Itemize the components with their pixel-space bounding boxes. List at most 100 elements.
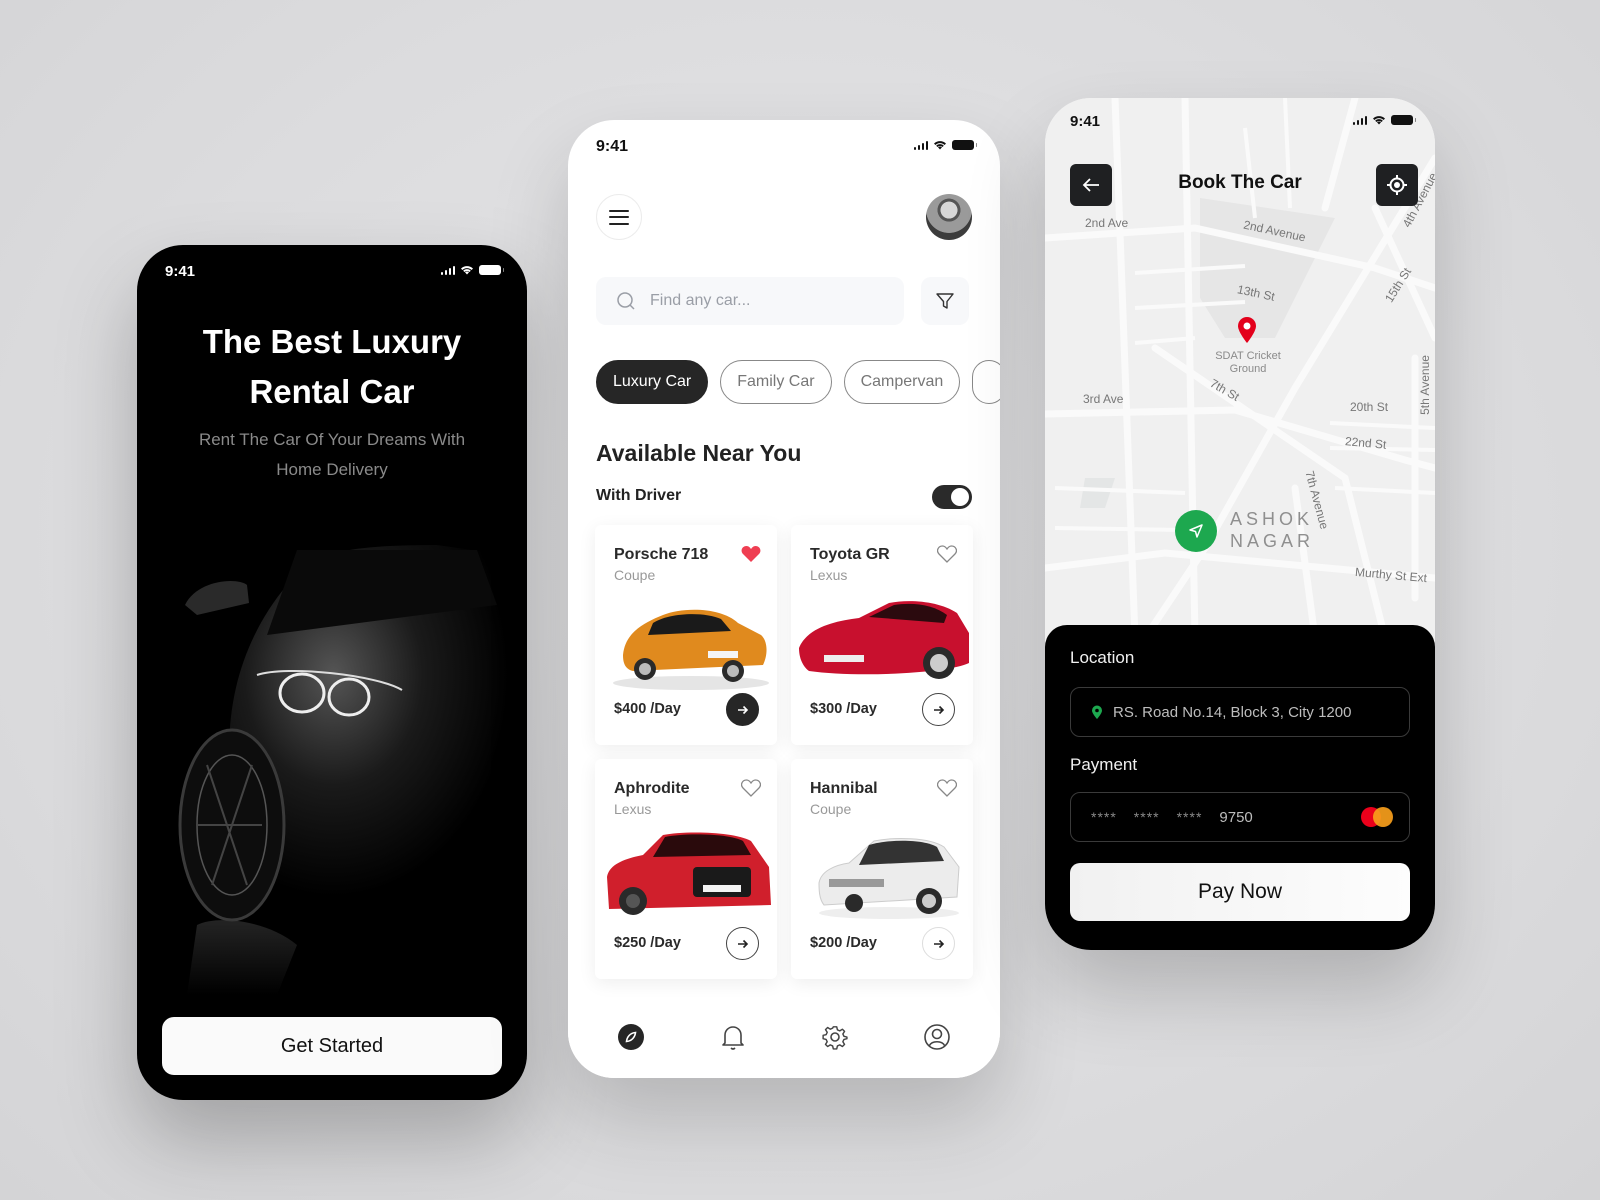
gear-icon <box>822 1026 848 1050</box>
view-car-button[interactable] <box>726 693 759 726</box>
location-label: Location <box>1070 648 1135 667</box>
location-field[interactable]: RS. Road No.14, Block 3, City 1200 <box>1070 687 1410 737</box>
with-driver-toggle[interactable] <box>932 485 972 509</box>
filter-button[interactable] <box>921 277 969 325</box>
arrow-right-icon <box>933 939 944 948</box>
onboarding-screen: 9:41 The Best Luxury Rental Car Rent The… <box>137 245 527 1100</box>
car-card[interactable]: Aphrodite Lexus $250 /Day <box>595 759 777 979</box>
tab-settings[interactable] <box>817 1019 853 1055</box>
wifi-icon <box>461 266 473 275</box>
map-label: 3rd Ave <box>1083 392 1124 406</box>
hero-car-image <box>178 545 527 995</box>
tab-profile[interactable] <box>919 1019 955 1055</box>
car-type: Coupe <box>614 567 656 583</box>
search-input[interactable] <box>650 292 870 310</box>
current-location-marker[interactable] <box>1175 510 1217 552</box>
card-mask: **** <box>1091 809 1117 825</box>
car-name: Aphrodite <box>614 780 690 797</box>
car-type: Coupe <box>810 801 852 817</box>
search-bar[interactable] <box>596 277 904 325</box>
arrow-right-icon <box>737 705 748 714</box>
compass-icon <box>618 1024 644 1050</box>
onboarding-title: The Best Luxury Rental Car <box>202 323 462 410</box>
view-car-button[interactable] <box>922 693 955 726</box>
home-screen: 9:41 Luxury Car Family Car Campervan Ava… <box>568 120 1000 1078</box>
profile-icon <box>924 1024 950 1050</box>
with-driver-label: With Driver <box>596 487 682 504</box>
battery-icon <box>1391 115 1416 125</box>
payment-label: Payment <box>1070 755 1138 774</box>
area-label: ASHOK NAGAR <box>1230 509 1315 551</box>
card-mask: **** <box>1133 809 1160 825</box>
car-image <box>613 609 769 690</box>
map-label: 20th St <box>1350 400 1389 414</box>
booking-sheet: Location RS. Road No.14, Block 3, City 1… <box>1045 625 1435 950</box>
mastercard-icon <box>1361 807 1393 827</box>
section-title: Available Near You <box>596 440 802 466</box>
heart-filled-icon[interactable] <box>741 545 761 563</box>
chip-campervan[interactable]: Campervan <box>843 360 961 404</box>
car-price: $300 /Day <box>810 701 877 717</box>
chip-more[interactable] <box>972 360 1000 404</box>
chip-family-car[interactable]: Family Car <box>720 360 832 404</box>
crosshair-icon <box>1387 175 1407 195</box>
get-started-button[interactable]: Get Started <box>162 1017 502 1075</box>
location-pin-icon <box>1092 705 1102 719</box>
card-mask: **** <box>1176 809 1203 825</box>
hamburger-icon <box>609 209 629 212</box>
status-bar: 9:41 <box>137 245 527 295</box>
map-label: 5th Avenue <box>1417 355 1432 415</box>
chip-luxury-car[interactable]: Luxury Car <box>596 360 709 404</box>
menu-button[interactable] <box>596 194 642 240</box>
bottom-tab-bar <box>568 1004 1000 1078</box>
car-image <box>799 601 969 679</box>
view-car-button[interactable] <box>726 927 759 960</box>
car-name: Hannibal <box>810 780 878 797</box>
car-name: Toyota GR <box>810 546 890 563</box>
category-chips: Luxury Car Family Car Campervan <box>596 360 1000 404</box>
signal-icon <box>913 140 928 150</box>
arrow-right-icon <box>933 705 944 714</box>
pay-now-button[interactable]: Pay Now <box>1070 863 1410 921</box>
filter-icon <box>936 293 954 309</box>
heart-outline-icon[interactable] <box>937 779 957 797</box>
card-last4: 9750 <box>1219 808 1253 826</box>
car-price: $250 /Day <box>614 935 681 951</box>
battery-icon <box>952 140 977 150</box>
bell-icon <box>722 1026 744 1050</box>
heart-outline-icon[interactable] <box>741 779 761 797</box>
car-image <box>607 832 771 915</box>
booking-screen: 2nd Ave 2nd Avenue 4th Avenue 13th St 15… <box>1045 98 1435 950</box>
onboarding-subtitle: Rent The Car Of Your Dreams With Home De… <box>198 430 466 479</box>
signal-icon <box>1352 115 1367 125</box>
locate-me-button[interactable] <box>1376 164 1418 206</box>
search-icon <box>617 292 635 310</box>
avatar[interactable] <box>926 194 972 240</box>
car-price: $400 /Day <box>614 701 681 717</box>
car-image <box>818 838 960 919</box>
location-value: RS. Road No.14, Block 3, City 1200 <box>1113 703 1352 721</box>
wifi-icon <box>934 141 946 150</box>
arrow-right-icon <box>737 939 748 948</box>
status-time: 9:41 <box>165 263 196 280</box>
status-time: 9:41 <box>1070 113 1101 130</box>
signal-icon <box>440 265 455 275</box>
car-name: Porsche 718 <box>614 546 709 563</box>
payment-card-field[interactable]: **** **** **** 9750 <box>1070 792 1410 842</box>
navigation-arrow-icon <box>1189 524 1203 538</box>
heart-outline-icon[interactable] <box>937 545 957 563</box>
map-label: 2nd Ave <box>1085 216 1129 230</box>
view-car-button[interactable] <box>922 927 955 960</box>
car-card[interactable]: Porsche 718 Coupe $400 /Day <box>595 525 777 745</box>
car-card[interactable]: Toyota GR Lexus $300 /Day <box>791 525 973 745</box>
car-grid: Porsche 718 Coupe $400 /Day Toyota GR Le… <box>595 525 975 979</box>
map-pin-icon[interactable] <box>1237 316 1257 344</box>
car-card[interactable]: Hannibal Coupe $200 /Day <box>791 759 973 979</box>
wifi-icon <box>1373 116 1385 125</box>
status-bar: 9:41 <box>568 120 1000 170</box>
car-type: Lexus <box>614 801 652 817</box>
status-time: 9:41 <box>596 138 629 155</box>
tab-notifications[interactable] <box>715 1019 751 1055</box>
poi-label: SDAT Cricket Ground <box>1215 350 1281 375</box>
tab-explore[interactable] <box>613 1019 649 1055</box>
